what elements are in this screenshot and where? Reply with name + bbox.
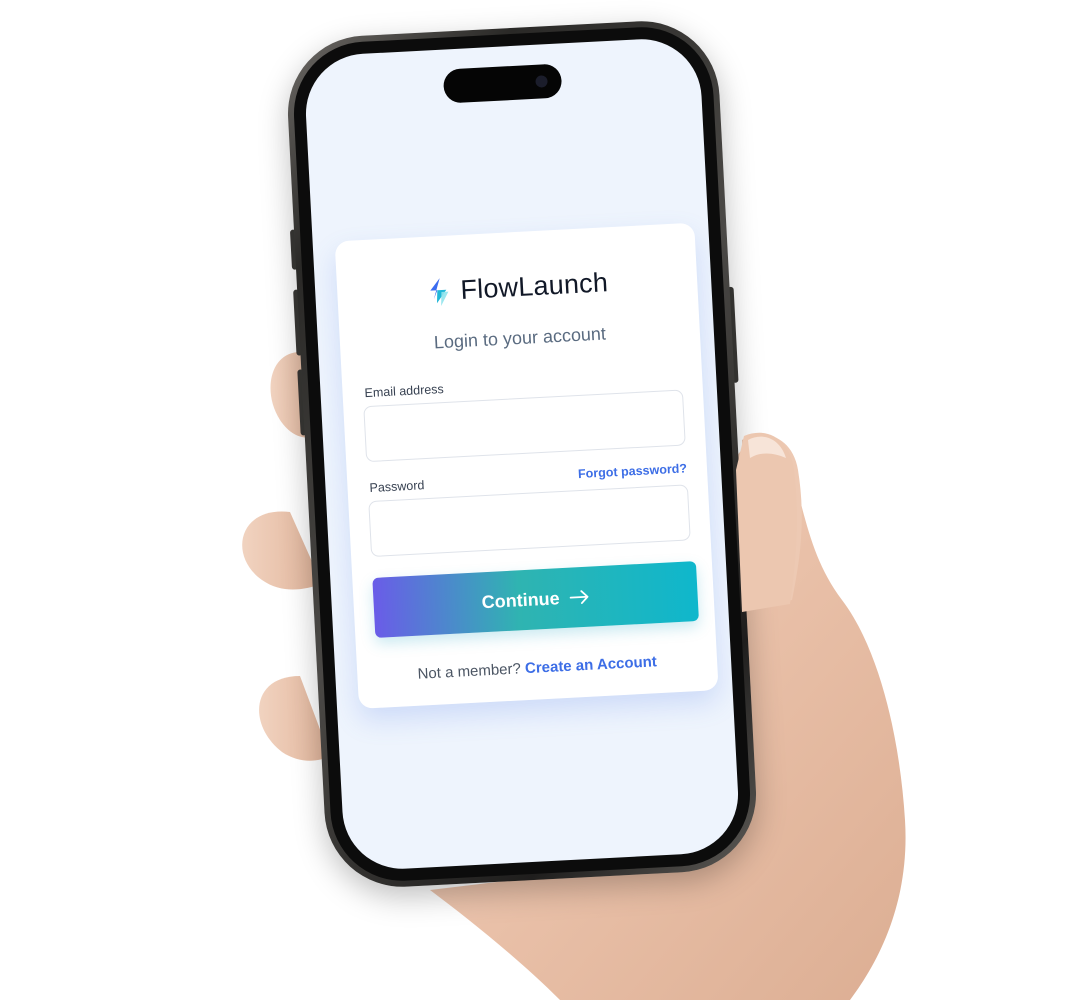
brand-header: FlowLaunch (337, 263, 698, 313)
thumb (742, 434, 802, 610)
scene: FlowLaunch Login to your account Email a… (0, 0, 1080, 1000)
password-label: Password (369, 478, 425, 496)
email-field[interactable] (363, 389, 686, 463)
dynamic-island (442, 63, 563, 104)
flowlaunch-logo-icon (430, 277, 449, 306)
not-member-text: Not a member? (417, 660, 522, 683)
login-card: FlowLaunch Login to your account Email a… (334, 222, 719, 709)
continue-button[interactable]: Continue (372, 561, 699, 638)
signup-prompt: Not a member? Create an Account (357, 650, 717, 686)
front-camera (535, 75, 548, 88)
phone-device: FlowLaunch Login to your account Email a… (284, 17, 760, 891)
brand-name: FlowLaunch (459, 267, 609, 305)
continue-label: Continue (481, 587, 561, 612)
phone-screen: FlowLaunch Login to your account Email a… (302, 36, 742, 872)
email-label: Email address (364, 382, 445, 401)
forgot-password-link[interactable]: Forgot password? (578, 461, 688, 481)
login-subtitle: Login to your account (433, 323, 607, 353)
password-field[interactable] (368, 484, 691, 558)
create-account-link[interactable]: Create an Account (525, 653, 658, 677)
arrow-right-icon (569, 590, 589, 604)
